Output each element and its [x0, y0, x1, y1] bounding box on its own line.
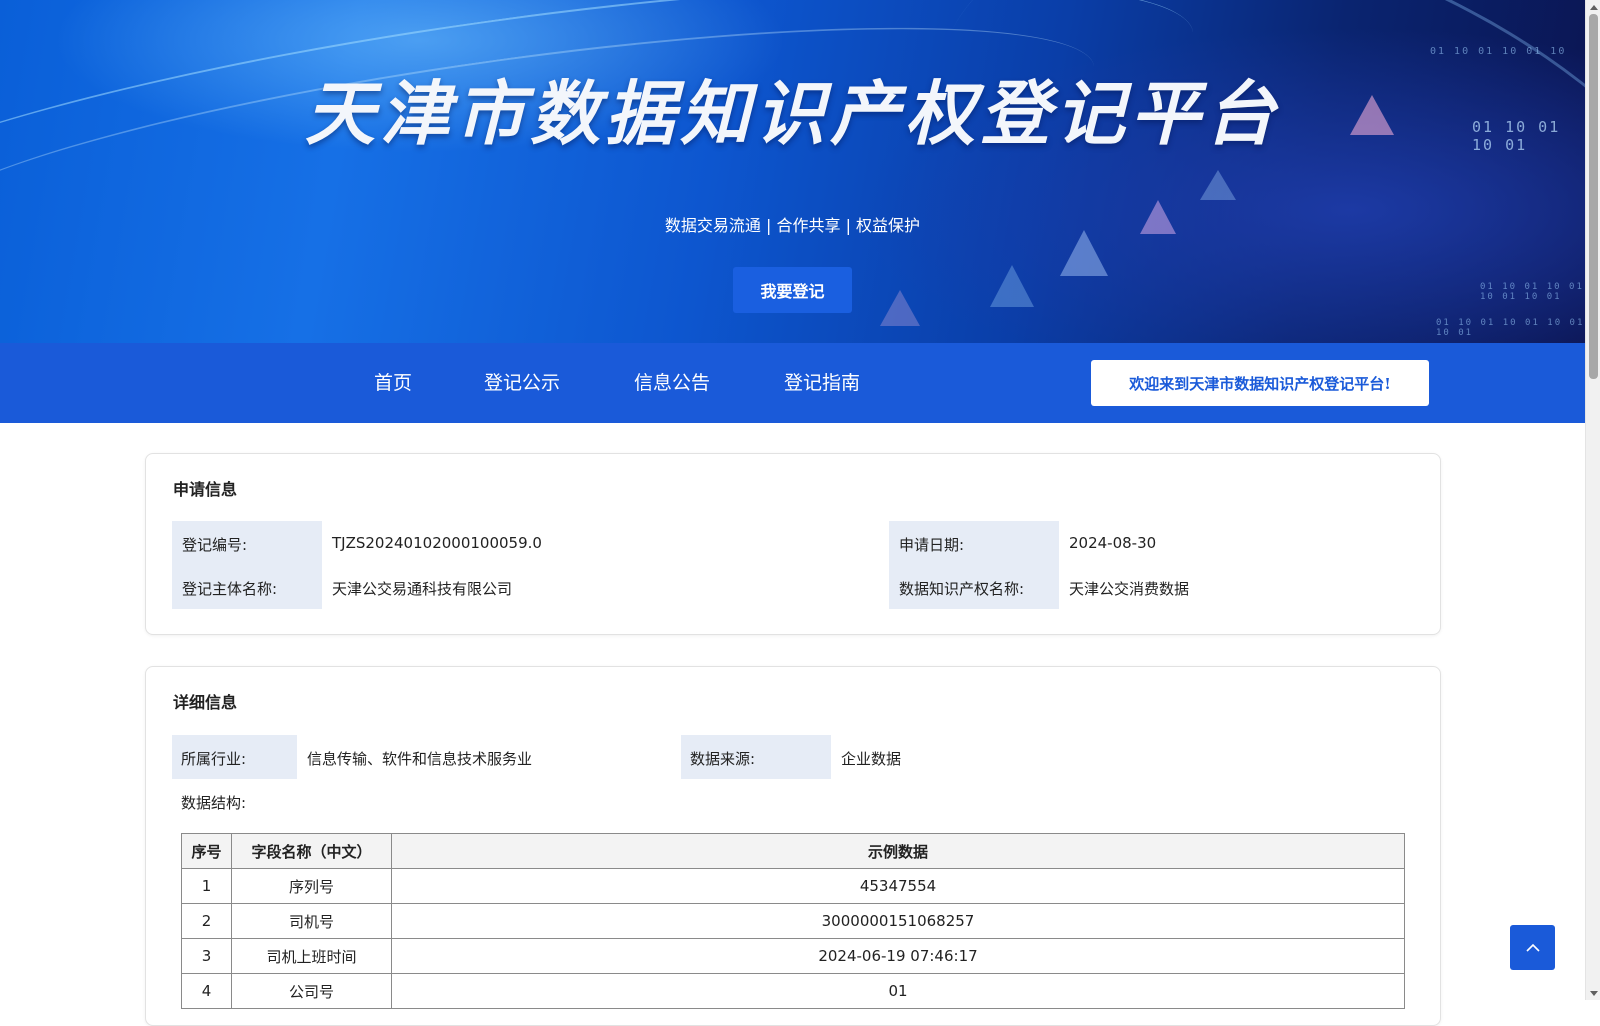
detail-info-title: 详细信息	[173, 693, 238, 712]
reg-no-value: TJZS20240102000100059.0	[332, 534, 542, 552]
register-button[interactable]: 我要登记	[733, 267, 852, 313]
nav-item-announcements[interactable]: 信息公告	[634, 343, 710, 423]
structure-label: 数据结构:	[181, 794, 247, 812]
industry-label: 所属行业:	[181, 750, 247, 768]
source-label: 数据来源:	[690, 750, 756, 768]
label-column-right: 申请日期: 数据知识产权名称:	[889, 521, 1059, 609]
table-cell: 2	[181, 903, 232, 939]
subject-label: 登记主体名称:	[182, 580, 278, 598]
label-column-left: 登记编号: 登记主体名称:	[172, 521, 322, 609]
scroll-up-arrow-icon[interactable]	[1586, 0, 1600, 14]
scroll-down-arrow-icon[interactable]	[1586, 986, 1600, 1000]
table-cell: 45347554	[391, 868, 1405, 904]
nav-item-registration-guide[interactable]: 登记指南	[784, 343, 860, 423]
industry-label-cell: 所属行业:	[172, 735, 297, 779]
binary-decor: 01 10 01 10 01 10 01 10 01	[1436, 318, 1585, 338]
welcome-message: 欢迎来到天津市数据知识产权登记平台!	[1091, 360, 1429, 406]
table-cell: 公司号	[231, 973, 392, 1009]
application-info-card: 申请信息 登记编号: 登记主体名称: TJZS20240102000100059…	[145, 453, 1441, 635]
industry-value: 信息传输、软件和信息技术服务业	[307, 750, 533, 768]
nav-item-registration-publicity[interactable]: 登记公示	[484, 343, 560, 423]
column-header-sample-data: 示例数据	[391, 833, 1405, 869]
table-cell: 序列号	[231, 868, 392, 904]
decor-triangle	[990, 265, 1034, 307]
reg-no-label: 登记编号:	[182, 536, 248, 554]
detail-info-card: 详细信息 所属行业: 信息传输、软件和信息技术服务业 数据来源: 企业数据 数据…	[145, 666, 1441, 1026]
table-cell: 司机号	[231, 903, 392, 939]
binary-decor: 01 10 01 10 01 10 01 10 01	[1480, 282, 1584, 302]
main-nav: 首页 登记公示 信息公告 登记指南 欢迎来到天津市数据知识产权登记平台!	[0, 343, 1585, 423]
table-cell: 1	[181, 868, 232, 904]
banner-slogan: 数据交易流通 | 合作共享 | 权益保护	[664, 216, 921, 235]
table-header-row: 序号 字段名称（中文） 示例数据	[181, 833, 1405, 869]
back-to-top-button[interactable]	[1510, 925, 1555, 970]
table-cell: 2024-06-19 07:46:17	[391, 938, 1405, 974]
ip-name-value: 天津公交消费数据	[1069, 580, 1190, 598]
table-row: 3 司机上班时间 2024-06-19 07:46:17	[181, 938, 1405, 974]
decor-triangle	[880, 290, 920, 326]
table-row: 1 序列号 45347554	[181, 868, 1405, 904]
table-cell: 司机上班时间	[231, 938, 392, 974]
decor-triangle	[1200, 170, 1236, 200]
binary-decor: 01 10 01 10 01 10	[1430, 46, 1567, 57]
apply-date-value: 2024-08-30	[1069, 534, 1157, 552]
table-cell: 01	[391, 973, 1405, 1009]
nav-item-home[interactable]: 首页	[374, 343, 412, 423]
scrollbar-thumb[interactable]	[1589, 14, 1598, 379]
source-label-cell: 数据来源:	[681, 735, 831, 779]
source-value: 企业数据	[841, 750, 902, 768]
banner-title: 天津市数据知识产权登记平台	[305, 73, 1280, 155]
column-header-field-name: 字段名称（中文）	[231, 833, 392, 869]
apply-date-label: 申请日期:	[899, 536, 965, 554]
hero-banner: 01 10 01 10 01 10 01 10 01 10 01 01 10 0…	[0, 0, 1585, 343]
table-row: 4 公司号 01	[181, 973, 1405, 1009]
subject-value: 天津公交易通科技有限公司	[332, 580, 513, 598]
ip-name-label: 数据知识产权名称:	[899, 580, 1025, 598]
page-scrollbar[interactable]	[1585, 0, 1600, 1000]
application-info-title: 申请信息	[173, 480, 238, 499]
table-row: 2 司机号 3000000151068257	[181, 903, 1405, 939]
table-cell: 3000000151068257	[391, 903, 1405, 939]
data-structure-table: 序号 字段名称（中文） 示例数据 1 序列号 45347554 2 司机号 30…	[181, 833, 1405, 1009]
table-cell: 4	[181, 973, 232, 1009]
decor-triangle	[1060, 230, 1108, 276]
column-header-index: 序号	[181, 833, 232, 869]
table-cell: 3	[181, 938, 232, 974]
chevron-up-icon	[1525, 943, 1540, 952]
